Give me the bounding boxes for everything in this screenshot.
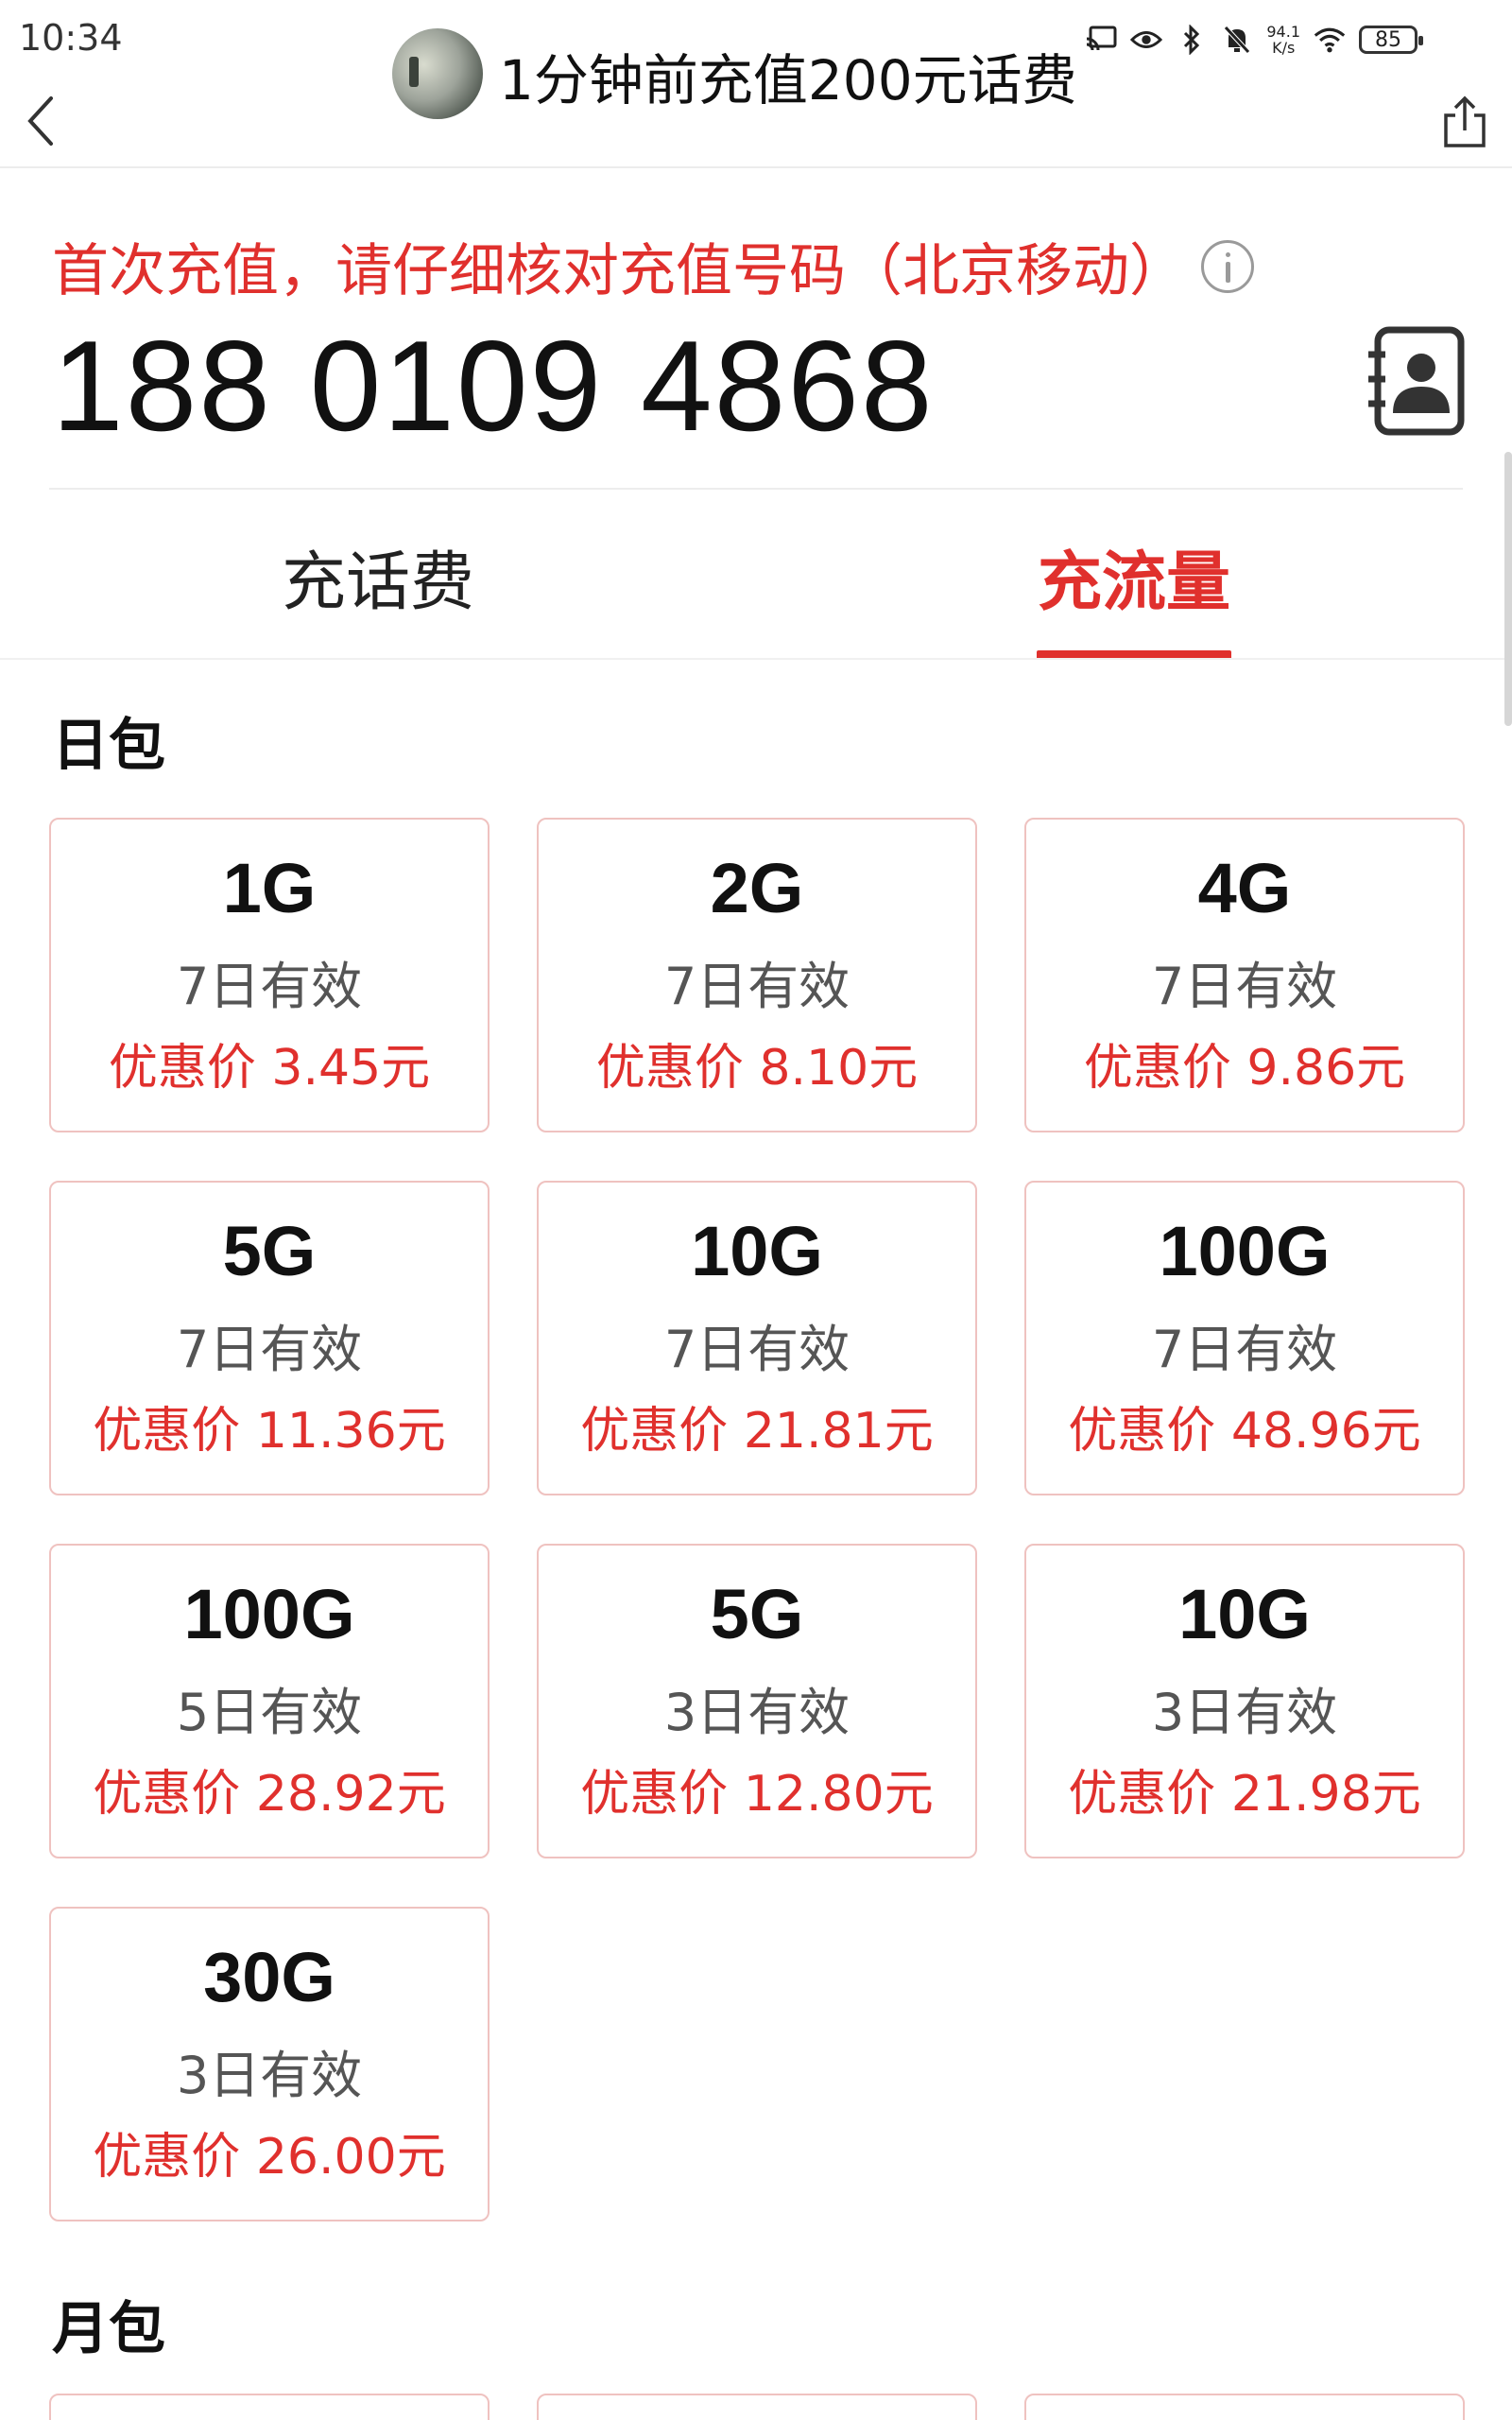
recharge-notice: 首次充值，请仔细核对充值号码（北京移动） [52, 225, 1254, 307]
package-card[interactable]: 10G 3日有效优惠价 21.98元 [1024, 1544, 1465, 1858]
package-size: 10G [691, 1212, 823, 1290]
package-card[interactable] [49, 2394, 490, 2420]
section-title-month-pack: 月包 [52, 2296, 165, 2362]
page-title: 1分钟前充值200元话费 [499, 48, 1077, 112]
screen-cast-icon [1085, 24, 1117, 56]
network-speed: 94.1 K/s [1266, 24, 1300, 56]
package-price: 优惠价 12.80元 [580, 1766, 934, 1823]
contacts-book-icon [1368, 326, 1465, 436]
package-price: 优惠价 8.10元 [595, 1040, 919, 1097]
package-price: 优惠价 21.81元 [580, 1403, 934, 1460]
eye-icon [1130, 24, 1163, 56]
scrollbar[interactable] [1504, 452, 1512, 726]
package-validity: 7日有效 [1151, 1320, 1338, 1379]
tab-call-credit[interactable]: 充话费 [282, 529, 474, 623]
package-price: 优惠价 3.45元 [108, 1040, 431, 1097]
tab-data-traffic[interactable]: 充流量 [1038, 529, 1230, 623]
package-validity: 3日有效 [663, 1683, 850, 1742]
package-card[interactable]: 100G 5日有效优惠价 28.92元 [49, 1544, 490, 1858]
package-validity: 5日有效 [176, 1683, 363, 1742]
package-size: 10G [1178, 1575, 1311, 1653]
package-card[interactable]: 30G 3日有效优惠价 26.00元 [49, 1907, 490, 2221]
package-validity: 7日有效 [176, 1320, 363, 1379]
avatar [392, 28, 483, 119]
info-icon[interactable] [1201, 239, 1254, 293]
package-size: 100G [1159, 1212, 1331, 1290]
package-price: 优惠价 11.36元 [93, 1403, 446, 1460]
page: 10:34 94.1 K/s 85 1分钟前充值200元话费 首次充值，请仔细核… [0, 0, 1512, 2420]
contacts-button[interactable] [1365, 326, 1465, 436]
package-validity: 7日有效 [176, 957, 363, 1016]
wifi-icon [1314, 24, 1346, 56]
package-price: 优惠价 26.00元 [93, 2129, 446, 2186]
tabs-divider [0, 658, 1512, 660]
bluetooth-icon [1176, 24, 1208, 56]
mute-bell-icon [1221, 24, 1253, 56]
battery-indicator: 85 [1359, 26, 1423, 54]
package-price: 优惠价 9.86元 [1083, 1040, 1406, 1097]
status-icons: 94.1 K/s 85 [1085, 19, 1423, 60]
network-speed-value: 94.1 [1266, 23, 1300, 41]
section-title-day-pack: 日包 [52, 713, 165, 779]
package-card[interactable]: 1G 7日有效优惠价 3.45元 [49, 818, 490, 1132]
package-validity: 3日有效 [176, 2046, 363, 2105]
package-validity: 3日有效 [1151, 1683, 1338, 1742]
package-size: 1G [222, 849, 317, 927]
package-card[interactable]: 100G 7日有效优惠价 48.96元 [1024, 1181, 1465, 1495]
package-validity: 7日有效 [1151, 957, 1338, 1016]
package-validity: 7日有效 [663, 1320, 850, 1379]
package-validity: 7日有效 [663, 957, 850, 1016]
package-card[interactable]: 4G 7日有效优惠价 9.86元 [1024, 818, 1465, 1132]
package-card[interactable]: 2G 7日有效优惠价 8.10元 [537, 818, 977, 1132]
status-time: 10:34 [19, 17, 123, 59]
package-size: 30G [203, 1938, 335, 2016]
header-divider [0, 166, 1512, 168]
package-size: 2G [710, 849, 804, 927]
package-card[interactable] [1024, 2394, 1465, 2420]
share-button[interactable] [1440, 95, 1489, 149]
package-card[interactable]: 5G 3日有效优惠价 12.80元 [537, 1544, 977, 1858]
package-size: 5G [710, 1575, 804, 1653]
package-card[interactable] [537, 2394, 977, 2420]
back-button[interactable] [23, 93, 60, 149]
package-price: 优惠价 21.98元 [1068, 1766, 1421, 1823]
share-icon [1444, 95, 1486, 147]
package-price: 优惠价 48.96元 [1068, 1403, 1421, 1460]
network-speed-unit: K/s [1272, 39, 1296, 57]
package-size: 4G [1197, 849, 1292, 927]
package-card[interactable]: 10G 7日有效优惠价 21.81元 [537, 1181, 977, 1495]
info-divider [49, 488, 1463, 490]
package-card[interactable]: 5G 7日有效优惠价 11.36元 [49, 1181, 490, 1495]
chevron-left-icon [27, 96, 53, 146]
package-size: 5G [222, 1212, 317, 1290]
recharge-notice-text: 首次充值，请仔细核对充值号码（北京移动） [52, 238, 1186, 304]
phone-number-input[interactable]: 188 0109 4868 [52, 312, 935, 459]
package-price: 优惠价 28.92元 [93, 1766, 446, 1823]
package-size: 100G [183, 1575, 355, 1653]
